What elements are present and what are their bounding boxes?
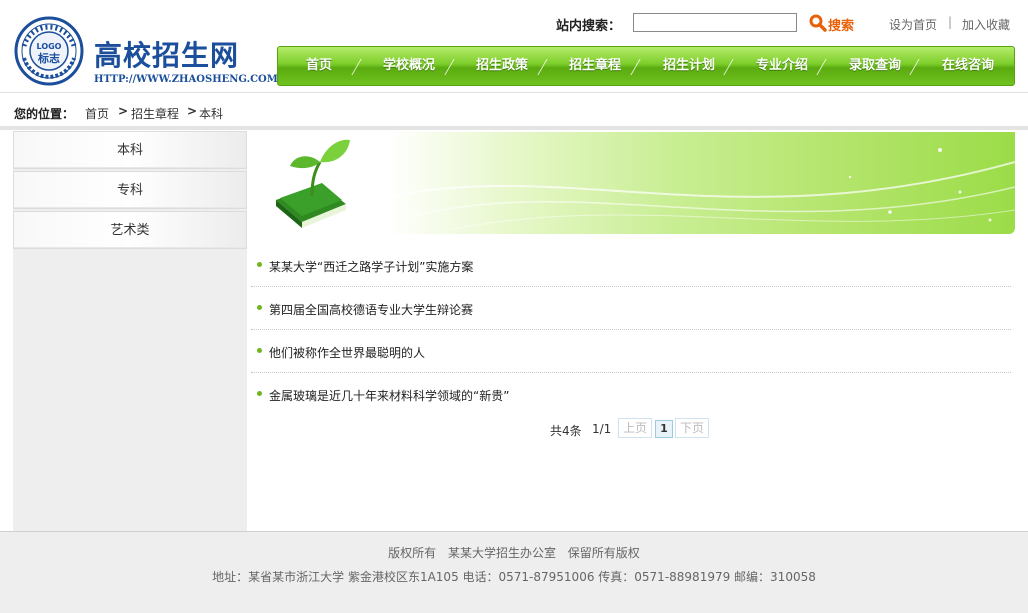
site-logo[interactable]: LOGO 标志 高校招生网 HTTP://WWW.ZHAOSHENG.COM <box>14 16 278 88</box>
main-content: 某某大学“西迁之路学子计划”实施方案 第四届全国高校德语专业大学生辩论赛 他们被… <box>247 131 1015 531</box>
site-url: HTTP://WWW.ZHAOSHENG.COM <box>94 74 278 85</box>
nav-item-online-consult[interactable]: 在线咨询 <box>923 47 1013 85</box>
breadcrumb-home-link[interactable]: 首页 <box>85 105 109 122</box>
sidebar-item-arts[interactable]: 艺术类 <box>13 211 247 249</box>
breadcrumb: 您的位置： 首页 > 招生章程 > 本科 <box>0 92 1028 130</box>
search-button-label: 搜索 <box>828 18 855 33</box>
list-item: 他们被称作全世界最聪明的人 <box>251 330 1011 373</box>
sidebar-item-undergraduate[interactable]: 本科 <box>13 131 247 169</box>
nav-item-admission-query[interactable]: 录取查询 <box>830 47 920 85</box>
pagination-total: 共4条 <box>550 424 582 438</box>
logo-seal-icon: LOGO 标志 <box>14 16 84 86</box>
news-list: 某某大学“西迁之路学子计划”实施方案 第四届全国高校德语专业大学生辩论赛 他们被… <box>251 244 1011 416</box>
search-input[interactable] <box>633 13 797 32</box>
site-header: LOGO 标志 高校招生网 HTTP://WWW.ZHAOSHENG.COM 站… <box>0 0 1028 92</box>
nav-separator <box>351 59 362 75</box>
nav-item-plan[interactable]: 招生计划 <box>644 47 734 85</box>
nav-item-overview[interactable]: 学校概况 <box>364 47 454 85</box>
main-nav: 首页 学校概况 招生政策 招生章程 招生计划 专业介绍 录取查询 在线咨询 <box>277 46 1015 86</box>
footer-copyright: 版权所有 某某大学招生办公室 保留所有版权 <box>388 546 640 560</box>
breadcrumb-separator: > <box>118 104 129 118</box>
news-link[interactable]: 他们被称作全世界最聪明的人 <box>269 344 425 361</box>
breadcrumb-separator: > <box>187 104 198 118</box>
pagination-pages: 1/1 <box>592 422 612 436</box>
list-item: 第四届全国高校德语专业大学生辩论赛 <box>251 287 1011 330</box>
bullet-icon <box>257 305 262 310</box>
news-link[interactable]: 某某大学“西迁之路学子计划”实施方案 <box>269 258 473 275</box>
header-divider: | <box>948 15 953 29</box>
footer-address: 地址：某省某市浙江大学 紫金港校区东1A105 电话：0571-87951006… <box>212 570 816 584</box>
prev-page-button[interactable]: 上页 <box>618 418 652 438</box>
current-page: 1 <box>655 420 673 438</box>
nav-item-charter[interactable]: 招生章程 <box>550 47 640 85</box>
sidebar-item-junior-college[interactable]: 专科 <box>13 171 247 209</box>
banner <box>250 132 1015 234</box>
bullet-icon <box>257 391 262 396</box>
next-page-button[interactable]: 下页 <box>675 418 709 438</box>
search-icon <box>809 14 827 32</box>
breadcrumb-current: 本科 <box>199 107 224 121</box>
add-favorite-link[interactable]: 加入收藏 <box>962 16 1010 33</box>
search-button[interactable]: 搜索 <box>809 12 873 34</box>
nav-item-policy[interactable]: 招生政策 <box>458 47 546 85</box>
logo-badge-top: LOGO <box>37 42 62 51</box>
site-footer: 版权所有 某某大学招生办公室 保留所有版权 地址：某省某市浙江大学 紫金港校区东… <box>0 531 1028 613</box>
bullet-icon <box>257 348 262 353</box>
breadcrumb-prefix: 您的位置： <box>14 107 75 121</box>
logo-badge-bottom: 标志 <box>37 51 60 65</box>
search-label: 站内搜索： <box>556 19 622 34</box>
nav-item-majors[interactable]: 专业介绍 <box>737 47 827 85</box>
site-title: 高校招生网 <box>94 39 240 72</box>
banner-book-sprout-icon <box>276 139 1015 231</box>
bullet-icon <box>257 262 262 267</box>
sidebar: 本科 专科 艺术类 <box>13 131 247 531</box>
search-bar: 站内搜索： 搜索 设为首页 | 加入收藏 <box>556 12 1016 34</box>
nav-item-home[interactable]: 首页 <box>290 47 348 85</box>
list-item: 金属玻璃是近几十年来材料科学领域的“新贵” <box>251 373 1011 416</box>
news-link[interactable]: 第四届全国高校德语专业大学生辩论赛 <box>269 301 473 318</box>
news-link[interactable]: 金属玻璃是近几十年来材料科学领域的“新贵” <box>269 387 509 404</box>
set-home-link[interactable]: 设为首页 <box>889 16 937 33</box>
breadcrumb-parent-link[interactable]: 招生章程 <box>131 105 179 122</box>
list-item: 某某大学“西迁之路学子计划”实施方案 <box>251 244 1011 287</box>
